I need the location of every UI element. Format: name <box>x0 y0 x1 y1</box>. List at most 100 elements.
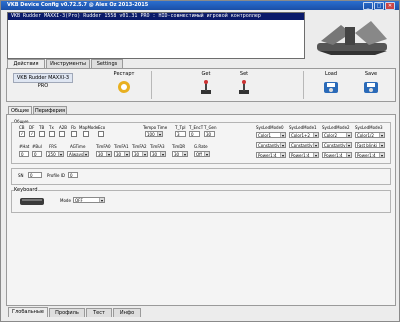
joystick-set-icon <box>239 80 249 94</box>
set-button[interactable]: Set <box>227 71 261 99</box>
bul-input[interactable]: 0 <box>32 151 42 157</box>
flag-mapmode-label: MapMode <box>79 125 99 130</box>
joystick-get-icon <box>201 80 211 94</box>
profile-id-input[interactable]: 0 <box>68 172 78 178</box>
flag-eco-label: Eco <box>98 125 106 130</box>
timfa3-label: TimFA3 <box>150 144 165 149</box>
flag-eco-checkbox[interactable] <box>98 131 104 137</box>
tab-info[interactable]: Инфо <box>113 308 141 317</box>
flag-fb-checkbox[interactable] <box>71 131 77 137</box>
sysledmode1-color-select[interactable]: Color1+2 <box>289 132 319 138</box>
timfa3-select[interactable]: 30 <box>150 151 166 157</box>
sysledmode3-color-select[interactable]: Color1/2 <box>355 132 385 138</box>
sysledmode3-power-select[interactable]: Power1:4 <box>355 152 385 158</box>
sysledmode0-blink-select[interactable]: Constantly <box>256 142 286 148</box>
grate-select[interactable]: Off <box>194 151 210 157</box>
sysledmode2-blink-select[interactable]: Constantly <box>322 142 352 148</box>
flag-mapmode-checkbox[interactable] <box>83 131 89 137</box>
tempo-time-label: Tempo Time <box>143 125 168 130</box>
sysledmode1-label: SysLedMode1 <box>289 125 317 130</box>
sysledmode2-label: SysLedMode2 <box>322 125 350 130</box>
flag-tx-label: Tx <box>49 125 54 130</box>
agtime-select[interactable]: Always <box>67 151 89 157</box>
flag-tx-checkbox[interactable] <box>49 131 55 137</box>
agtime-label: AGTime <box>70 144 86 149</box>
window-title: VKB Device Config v0.72.5.7 @ Alex Oz 20… <box>7 2 149 8</box>
separator <box>151 71 152 99</box>
flag-tb-checkbox[interactable] <box>39 131 45 137</box>
flag-tb-label: TB <box>39 125 45 130</box>
sn-input[interactable]: 0 <box>28 172 42 178</box>
t-tpl-label: T_Tpl <box>175 125 186 130</box>
sysledmode2-power-select[interactable]: Power1:4 <box>322 152 352 158</box>
profile-id-label: Profile ID <box>47 173 65 178</box>
main-window: VKB Device Config v0.72.5.7 @ Alex Oz 20… <box>0 0 400 322</box>
t-tpl-input[interactable]: 3 <box>175 131 186 137</box>
disk-load-icon <box>324 82 338 93</box>
grate-label: G.Rate <box>194 144 208 149</box>
general-group-label: Общие <box>14 119 29 124</box>
tempo-time-select[interactable]: 100 <box>145 131 163 137</box>
set-label: Set <box>239 71 249 77</box>
keyboard-icon <box>20 198 44 205</box>
timdr-select[interactable]: 30 <box>172 151 188 157</box>
frs-select[interactable]: 250 <box>46 151 64 157</box>
timfa2-select[interactable]: 30 <box>132 151 148 157</box>
title-bar: VKB Device Config v0.72.5.7 @ Alex Oz 20… <box>1 1 399 10</box>
restart-button[interactable]: Рестарт <box>107 71 141 99</box>
flag-a2b-label: A2B <box>59 125 68 130</box>
timfa1-label: TimFA1 <box>114 144 129 149</box>
t-gen-label: T_Gen <box>204 125 217 130</box>
flag-cb-checkbox[interactable]: ✓ <box>19 131 25 137</box>
console-line: VKB Rudder MAXXI-3(Pro) Rudder 1558 v01.… <box>8 13 304 20</box>
timfa0-label: TimFA0 <box>96 144 111 149</box>
load-label: Load <box>325 71 337 77</box>
device-console[interactable]: VKB Rudder MAXXI-3(Pro) Rudder 1558 v01.… <box>7 12 305 59</box>
flag-fb-label: Fb <box>71 125 76 130</box>
sysledmode1-blink-select[interactable]: Constantly <box>289 142 319 148</box>
timfa2-label: TimFA2 <box>132 144 147 149</box>
tab-tools[interactable]: Инструменты <box>46 59 90 68</box>
flag-a2b-checkbox[interactable] <box>59 131 65 137</box>
bul-label: #Bul <box>32 144 42 149</box>
sysledmode0-label: SysLedMode0 <box>256 125 284 130</box>
tab-settings[interactable]: Settings <box>91 59 123 68</box>
sysledmode1-power-select[interactable]: Power1:4 <box>289 152 319 158</box>
t-gen-input[interactable]: 30 <box>204 131 215 137</box>
separator <box>303 71 304 99</box>
t-enct-input[interactable]: 0 <box>189 131 200 137</box>
save-button[interactable]: Save <box>354 71 388 99</box>
maximize-button[interactable]: □ <box>374 2 384 10</box>
minimize-button[interactable]: _ <box>363 2 373 10</box>
save-label: Save <box>364 71 378 77</box>
keyboard-group-label: Keyboard <box>14 187 38 193</box>
hat-label: #Hat <box>19 144 30 149</box>
tab-test[interactable]: Тест <box>86 308 112 317</box>
sysledmode0-power-select[interactable]: Power1:4 <box>256 152 286 158</box>
timfa1-select[interactable]: 30 <box>114 151 130 157</box>
t-enct-label: T_EncT <box>189 125 204 130</box>
timdr-label: TimDR <box>172 144 186 149</box>
load-button[interactable]: Load <box>314 71 348 99</box>
restart-label: Рестарт <box>113 71 135 77</box>
timfa0-select[interactable]: 30 <box>96 151 112 157</box>
sysledmode3-blink-select[interactable]: Fast blinki <box>355 142 385 148</box>
hat-input[interactable]: 0 <box>19 151 29 157</box>
flag-cb-label: CB <box>19 125 25 130</box>
tab-global[interactable]: Глобальные <box>8 307 48 317</box>
keyboard-mode-label: Mode <box>60 198 71 203</box>
get-label: Get <box>201 71 211 77</box>
get-button[interactable]: Get <box>189 71 223 99</box>
disk-save-icon <box>364 82 378 93</box>
flag-df-label: DF <box>29 125 35 130</box>
flag-df-checkbox[interactable]: ✓ <box>29 131 35 137</box>
tab-profile[interactable]: Профиль <box>49 308 85 317</box>
sysledmode3-label: SysLedMode3 <box>355 125 383 130</box>
device-image <box>317 21 387 55</box>
device-name-label: VKB Rudder MAXXI-3 PRO <box>13 73 73 89</box>
keyboard-mode-select[interactable]: OFF <box>73 197 105 203</box>
sysledmode2-color-select[interactable]: Color2 <box>322 132 352 138</box>
sn-label: SN <box>18 173 24 178</box>
close-button[interactable]: ✕ <box>385 2 395 10</box>
sysledmode0-color-select[interactable]: Color1 <box>256 132 286 138</box>
